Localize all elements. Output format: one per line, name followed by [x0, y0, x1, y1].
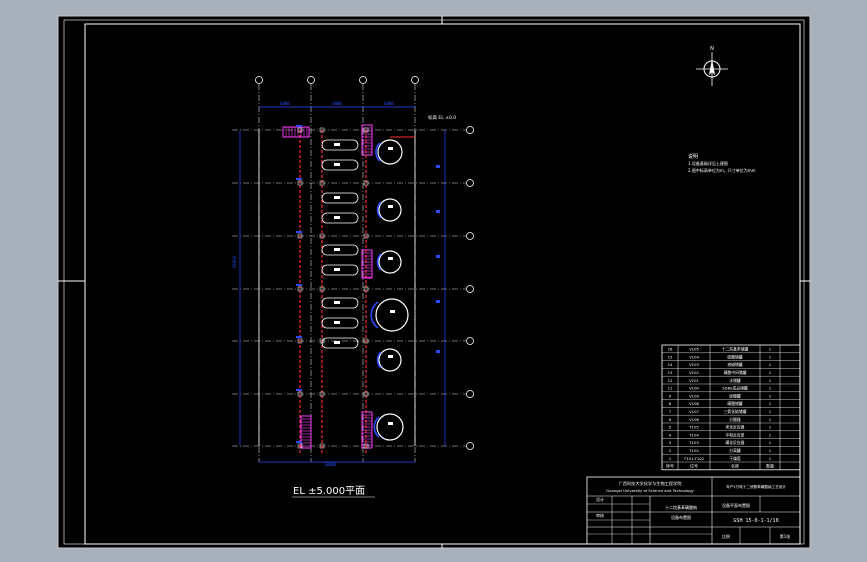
- drum-nozzle: [334, 248, 340, 251]
- parts-table-cell: V104: [689, 354, 699, 359]
- parts-table-cell: 磺酸储罐: [727, 401, 742, 406]
- drum-nozzle: [334, 341, 340, 344]
- parts-table-cell: V105: [689, 347, 699, 352]
- parts-table-cell: 13: [668, 370, 673, 375]
- blue-tag-marker: [296, 284, 302, 286]
- tank-nozzle: [390, 310, 395, 313]
- drum-nozzle: [334, 196, 340, 199]
- drum-nozzle: [334, 301, 340, 304]
- parts-table-header-cell: 数量: [766, 463, 774, 469]
- parts-table-cell: T102: [688, 448, 699, 453]
- parts-table-cell: 硫酸储罐: [727, 354, 742, 359]
- parts-table-cell: V102: [689, 370, 699, 375]
- dimension-text-left: 36000: [232, 255, 237, 268]
- plan-title: EL ±5.000平面: [293, 486, 365, 497]
- tank-nozzle: [388, 205, 393, 208]
- parts-table-cell: V108: [689, 401, 699, 406]
- parts-table-cell: 液碱储罐: [727, 362, 742, 367]
- blue-tag-marker: [436, 210, 440, 213]
- title-school-cn: 广西科技大学化学与生物工程学院: [619, 480, 683, 487]
- parts-table-cell: V101: [689, 378, 699, 383]
- dimension-text-top: 6000: [280, 101, 290, 106]
- drum-nozzle: [334, 216, 340, 219]
- parts-table-cell: 14: [668, 362, 673, 367]
- blue-tag-marker: [436, 165, 440, 168]
- tank-nozzle: [388, 355, 393, 358]
- blue-tag-marker: [296, 125, 302, 127]
- parts-table-cell: V109: [689, 393, 699, 398]
- parts-table-cell: 磺化反应器: [726, 440, 745, 445]
- parts-table-cell: 16: [668, 347, 673, 352]
- blue-tag-marker: [296, 389, 302, 391]
- blue-tag-marker: [436, 350, 440, 353]
- drum-nozzle: [334, 321, 340, 324]
- title-sheet: 第1张: [780, 533, 791, 539]
- notes-heading: 说明: [688, 153, 698, 160]
- title-checker: 审核: [596, 512, 604, 518]
- parts-table-cell: 三氧化硫储罐: [724, 409, 747, 414]
- title-drawing-name: 设备布置图: [671, 514, 691, 520]
- tank-nozzle: [388, 422, 393, 425]
- title-drawing-no: GSH 15-0-1-1/10: [733, 518, 778, 524]
- dimension-text-bottom: 18000: [324, 462, 337, 467]
- parts-table-cell: T103: [688, 440, 699, 445]
- parts-table-cell: V106: [689, 417, 699, 422]
- notes-line-2: 2.图中标高单位为m，尺寸单位为mm: [688, 167, 756, 173]
- parts-table-cell: T101-T102: [683, 456, 705, 461]
- drum-nozzle: [334, 163, 340, 166]
- parts-table-cell: 分离罐: [729, 448, 741, 453]
- title-project: 年产5万吨十二烷基苯磺酸钠工艺设计: [726, 484, 786, 489]
- blue-tag-marker: [296, 336, 302, 338]
- blue-tag-marker: [296, 231, 302, 233]
- notes-line-1: 1.设备基础详见土建图: [688, 160, 728, 166]
- parts-table-cell: 老化反应器: [726, 425, 745, 430]
- blue-tag-marker: [296, 178, 302, 180]
- parts-table-cell: 水储罐: [729, 378, 741, 383]
- parts-table-cell: V103: [689, 362, 699, 367]
- parts-table-cell: 十二烷基苯储罐: [722, 347, 749, 352]
- parts-table-cell: 干燥塔: [729, 456, 741, 461]
- title-designer: 设计: [596, 496, 604, 502]
- elevation-note: 标高 EL ±0.0: [428, 114, 456, 121]
- parts-table-cell: 中和反应釜: [726, 432, 745, 437]
- parts-table-cell: 磺酸中间储罐: [724, 370, 747, 375]
- parts-table-cell: T105: [688, 425, 699, 430]
- title-scale: 比例: [722, 533, 730, 539]
- parts-table-cell: V100: [689, 386, 699, 391]
- parts-table-header-cell: 名称: [731, 463, 739, 469]
- svg-text:N: N: [710, 46, 714, 52]
- blue-tag-marker: [436, 255, 440, 258]
- parts-table-cell: V107: [689, 409, 699, 414]
- title-item: 十二烷基苯磺酸钠: [665, 504, 697, 510]
- parts-table-cell: SDBS成品储罐: [722, 386, 748, 391]
- parts-table-cell: 12: [668, 378, 673, 383]
- title-plan: 设备平面布置图: [722, 502, 750, 508]
- dimension-text-top: 6000: [332, 101, 342, 106]
- parts-table-header-cell: 序号: [666, 463, 674, 469]
- tank-nozzle: [388, 257, 393, 260]
- tank-nozzle: [388, 147, 393, 150]
- drum-nozzle: [334, 268, 340, 271]
- cad-drawing-canvas: 6000 6000 60003600018000 N 说明 1.设备基础详见土建图 …: [57, 15, 811, 549]
- parts-table-cell: 15: [668, 354, 673, 359]
- parts-table-cell: T104: [688, 432, 699, 437]
- blue-tag-marker: [296, 441, 302, 443]
- dimension-text-top: 6000: [384, 101, 394, 106]
- title-school-en: Guangxi University of Science and Techno…: [606, 488, 695, 493]
- drum-nozzle: [334, 143, 340, 146]
- parts-table-header-cell: 位号: [690, 463, 698, 469]
- blue-tag-marker: [436, 300, 440, 303]
- parts-table-cell: 分酸器: [729, 417, 741, 422]
- parts-table-cell: 11: [668, 386, 673, 391]
- parts-table-cell: 废酸罐: [729, 393, 741, 398]
